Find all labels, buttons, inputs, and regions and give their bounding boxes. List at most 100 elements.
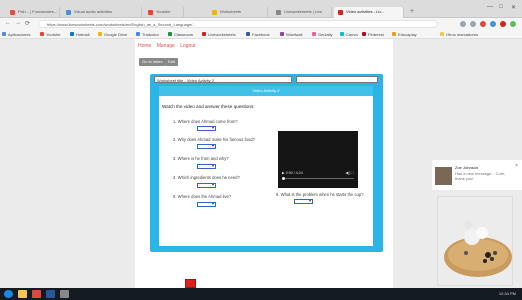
chat-contact-name: Zoe Johnson (455, 165, 479, 170)
educaplay-icon (392, 32, 396, 36)
instructions: Watch the video and answer these questio… (162, 104, 255, 109)
chat-message-preview: Has a new message... Cute, thank you! (455, 171, 506, 181)
extension-icon[interactable] (490, 21, 496, 27)
video-progress[interactable] (282, 177, 354, 180)
worksheet-sheet: Video Activity 2 Watch the video and ans… (159, 86, 373, 246)
system-clock: 12:34 PM (498, 291, 516, 296)
chat-card[interactable]: Zoe Johnson Has a new message... Cute, t… (432, 160, 522, 190)
genially-icon (312, 32, 316, 36)
bookmark-item[interactable]: Educaplay (392, 32, 417, 37)
bookmark-item[interactable]: Facebook (246, 32, 270, 37)
worksheet-icon (202, 32, 206, 36)
bookmark-item[interactable]: Pinterest (362, 32, 384, 37)
bookmark-item[interactable]: Wordwall (280, 32, 302, 37)
forward-arrow-icon[interactable]: → (15, 20, 21, 26)
facebook-icon (246, 32, 250, 36)
question-3: 3. Where is he from and why? (173, 156, 229, 161)
activity-frame: Worksheet title - Video Activity 2 Video… (150, 74, 383, 288)
apps-icon (2, 32, 6, 36)
bookmark-item[interactable]: Google Drive (98, 32, 127, 37)
bookmarks-bar: Aplicaciones Youtube Hotmail Google Driv… (0, 30, 522, 39)
answer-dropdown-6[interactable] (294, 198, 313, 204)
home-link[interactable]: Home (138, 43, 151, 49)
extension-icon[interactable] (460, 21, 466, 27)
browser-tab[interactable]: Worksheets (208, 7, 268, 18)
answer-dropdown-5[interactable] (197, 201, 216, 207)
chat-popup: Zoe Johnson Has a new message... Cute, t… (432, 160, 522, 288)
maximize-button[interactable]: □ (499, 4, 503, 10)
profile-avatar[interactable] (500, 21, 506, 27)
shared-photo[interactable] (437, 196, 513, 286)
question-6: 6. What is the problem when he starts th… (276, 192, 364, 197)
question-5: 5. Where does the Ahmad live? (173, 194, 232, 199)
logout-link[interactable]: Logout (180, 43, 195, 49)
favicon-icon (66, 10, 71, 15)
back-arrow-icon[interactable]: ← (5, 20, 11, 26)
volume-icon[interactable]: ◀)) ⛶ (345, 171, 354, 175)
search-icon[interactable]: 🔍︎ (347, 277, 353, 282)
question-1: 1. Where does Ahmad come from? (173, 119, 238, 124)
favicon-icon (10, 10, 15, 15)
browser-tab[interactable]: Youtube (144, 7, 184, 18)
back-to-index-button[interactable]: Go to index (139, 58, 166, 66)
bookmark-item[interactable]: Traductor (136, 32, 159, 37)
bookmark-item[interactable]: Aplicaciones (2, 32, 30, 37)
app-icon[interactable] (60, 290, 69, 298)
cake-photo-image (438, 197, 512, 285)
explorer-icon[interactable] (18, 290, 27, 298)
finish-controls: 🔍︎ Finish › (347, 277, 369, 283)
browser-tab[interactable]: Liveworksheets | Live (272, 7, 332, 18)
mail-icon (70, 32, 74, 36)
worksheet-container: Home Manage Logout Go to index Edit Work… (135, 39, 393, 288)
reload-icon[interactable]: ⟳ (25, 20, 30, 27)
minimize-button[interactable]: — (487, 4, 493, 10)
bookmark-item[interactable]: Canva (340, 32, 358, 37)
pinterest-icon (362, 32, 366, 36)
answer-dropdown-1[interactable] (197, 125, 216, 131)
video-controls[interactable]: ▶ 0:00 / 4:24 ◀)) ⛶ (282, 171, 354, 175)
chevron-right-icon[interactable]: › (368, 277, 370, 282)
close-icon[interactable]: × (515, 163, 518, 169)
menu-icon[interactable] (510, 21, 516, 27)
drive-icon (98, 32, 102, 36)
edit-button[interactable]: Edit (165, 58, 178, 66)
manage-link[interactable]: Manage (157, 43, 175, 49)
favicon-icon (276, 10, 281, 15)
worksheet-select[interactable]: Worksheet title - Video Activity 2 (154, 76, 292, 83)
extension-icon[interactable] (470, 21, 476, 27)
start-icon[interactable] (4, 290, 13, 298)
bookmark-item[interactable]: Youtube (40, 32, 61, 37)
red-marker[interactable] (185, 279, 196, 288)
extension-icon[interactable] (480, 21, 486, 27)
browser-toolbar: ← → ⟳ https://www.liveworksheets.com/wor… (0, 18, 522, 30)
browser-tab[interactable]: Visual audio activities (62, 7, 142, 18)
browser-tab[interactable]: Fish... | Funcionales... (6, 7, 60, 18)
youtube-icon (40, 32, 44, 36)
answer-dropdown-3[interactable] (197, 163, 216, 169)
wordwall-icon (280, 32, 284, 36)
chrome-icon[interactable] (32, 290, 41, 298)
browser-tab-strip: Fish... | Funcionales... Visual audio ac… (0, 0, 522, 18)
bookmark-item[interactable]: Genially (312, 32, 332, 37)
bookmark-item[interactable]: Classroom (168, 32, 193, 37)
answer-dropdown-4[interactable] (197, 182, 216, 188)
favicon-icon (212, 10, 217, 15)
favicon-icon (338, 10, 343, 15)
translate-icon (136, 32, 140, 36)
bookmark-folder[interactable]: Otros marcadores (440, 32, 478, 37)
answer-dropdown-2[interactable] (197, 143, 216, 149)
close-window-button[interactable]: ✕ (511, 4, 516, 11)
activity-title: Video Activity 2 (159, 86, 373, 96)
word-icon[interactable] (46, 290, 55, 298)
question-2: 2. Why does Ahmad make his famous food? (173, 137, 255, 142)
secondary-select[interactable] (296, 76, 378, 83)
new-tab-button[interactable]: + (410, 8, 414, 16)
progress-handle[interactable] (282, 177, 285, 180)
address-bar[interactable]: https://www.liveworksheets.com/worksheet… (38, 20, 438, 28)
finish-button[interactable]: Finish (354, 277, 366, 282)
bookmark-item[interactable]: Hotmail (70, 32, 90, 37)
page-viewport: Home Manage Logout Go to index Edit Work… (0, 39, 522, 288)
bookmark-item[interactable]: Liveworksheets (202, 32, 236, 37)
browser-tab-active[interactable]: Video activities - Liv... (334, 7, 404, 18)
video-player[interactable]: ▶ 0:00 / 4:24 ◀)) ⛶ (278, 131, 358, 188)
